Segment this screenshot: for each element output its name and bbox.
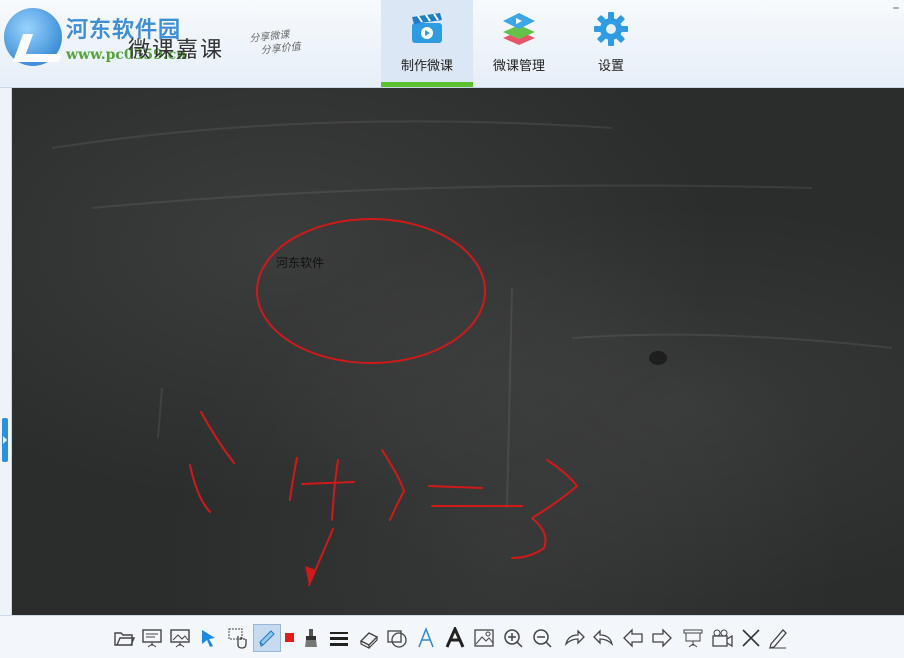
undo-icon[interactable]: [591, 625, 617, 651]
tab-make-course[interactable]: 制作微课: [381, 0, 473, 87]
previous-icon[interactable]: [620, 625, 646, 651]
text-thin-icon[interactable]: [413, 625, 439, 651]
blackboard-canvas[interactable]: 河东软件: [12, 88, 904, 615]
ink-layer: [51, 120, 893, 586]
ink-one-1-top: [200, 411, 235, 464]
ink-plus-v: [331, 459, 339, 521]
drawing-toolbar: [0, 615, 904, 658]
ink-three: [511, 459, 578, 559]
tab-course-management[interactable]: 微课管理: [473, 0, 565, 87]
ink-equals-top: [428, 485, 483, 489]
open-folder-icon[interactable]: [111, 625, 137, 651]
edit-icon[interactable]: [765, 625, 791, 651]
app-header: 河东软件园 www.pc0359.cn 微课嘉课 分享微课 分享价值 制作微课: [0, 0, 904, 88]
gear-icon: [593, 11, 629, 47]
minimize-button[interactable]: –: [888, 0, 904, 18]
pointer-icon[interactable]: [196, 625, 222, 651]
picture-icon[interactable]: [471, 625, 497, 651]
ink-plus-h: [301, 481, 355, 485]
brand-slogan: 分享微课 分享价值: [249, 23, 341, 58]
zoom-in-icon[interactable]: [500, 625, 526, 651]
close-icon[interactable]: [738, 625, 764, 651]
ink-one-1-bottom: [189, 464, 211, 513]
ink-paren: [381, 449, 405, 521]
brush-icon[interactable]: [298, 625, 324, 651]
shape-icon[interactable]: [384, 625, 410, 651]
slideshow-icon[interactable]: [139, 625, 165, 651]
watermark-logo-icon: [4, 8, 62, 66]
tab-course-management-label: 微课管理: [492, 59, 545, 74]
zoom-out-icon[interactable]: [529, 625, 555, 651]
expand-panel-button[interactable]: [2, 418, 8, 462]
brand-name: 微课嘉课: [128, 38, 225, 63]
board-text-label: 河东软件: [276, 256, 325, 270]
redo-icon[interactable]: [561, 625, 587, 651]
next-icon[interactable]: [649, 625, 675, 651]
ink-one-2-left: [289, 457, 298, 501]
insert-image-icon[interactable]: [167, 625, 193, 651]
camera-icon[interactable]: [709, 625, 735, 651]
eraser-icon[interactable]: [356, 625, 382, 651]
tab-make-course-label: 制作微课: [400, 59, 453, 74]
line-width-icon[interactable]: [326, 625, 352, 651]
presentation-icon[interactable]: [680, 625, 706, 651]
tab-settings[interactable]: 设置: [565, 0, 657, 87]
left-panel-strip: [0, 88, 12, 615]
text-bold-icon[interactable]: [442, 625, 468, 651]
hand-select-icon[interactable]: [225, 625, 251, 651]
video-clapper-icon: [409, 11, 445, 47]
layers-icon: [501, 11, 537, 47]
ink-ellipse: [256, 218, 486, 364]
red-ink-strokes: [189, 218, 578, 586]
tab-settings-label: 设置: [597, 59, 624, 74]
